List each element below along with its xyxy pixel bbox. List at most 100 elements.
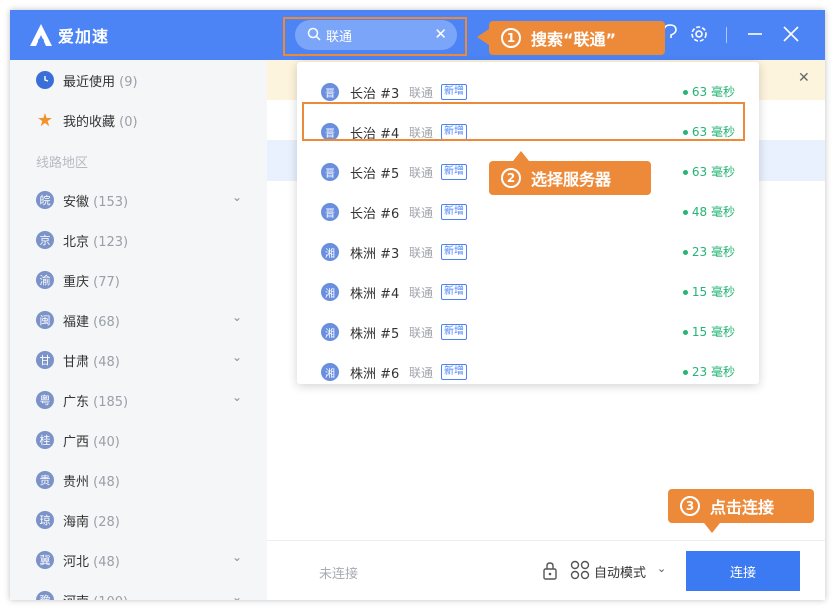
- sidebar-item-region[interactable]: 京北京 (123): [10, 220, 267, 260]
- server-row[interactable]: 湘株洲 #5 联通 新增 15 毫秒: [297, 312, 759, 352]
- server-row[interactable]: 晋长治 #6 联通 新增 48 毫秒: [297, 192, 759, 232]
- sidebar-item-region[interactable]: 桂广西 (40): [10, 420, 267, 460]
- chevron-down-icon[interactable]: ⌄: [232, 310, 242, 324]
- province-badge: 晋: [321, 163, 339, 181]
- server-latency: 23 毫秒: [682, 363, 735, 380]
- sidebar-item-region[interactable]: 冀河北 (48) ⌄: [10, 540, 267, 580]
- sidebar-item-label: 重庆 (77): [63, 275, 120, 290]
- new-tag: 新增: [441, 284, 467, 300]
- sidebar-item-favorites[interactable]: ★ 我的收藏 (0): [10, 100, 267, 140]
- province-badge: 湘: [321, 283, 339, 301]
- server-isp: 联通: [409, 286, 434, 300]
- region-badge: 冀: [36, 551, 54, 569]
- callout-step2: 2 选择服务器: [489, 161, 651, 195]
- status-dot: [682, 370, 688, 375]
- chevron-down-icon[interactable]: ⌄: [232, 390, 242, 404]
- title-divider: [726, 27, 727, 43]
- server-row[interactable]: 湘株洲 #3 联通 新增 23 毫秒: [297, 232, 759, 272]
- server-name: 株洲 #3: [350, 247, 400, 262]
- province-badge: 湘: [321, 323, 339, 341]
- minimize-icon[interactable]: [746, 22, 764, 46]
- server-name: 株洲 #5: [350, 327, 400, 342]
- gear-icon[interactable]: [688, 22, 710, 46]
- chevron-down-icon[interactable]: ⌄: [232, 550, 242, 564]
- region-badge: 贵: [36, 471, 54, 489]
- server-name: 长治 #6: [350, 207, 400, 222]
- server-isp: 联通: [409, 166, 434, 180]
- chevron-down-icon[interactable]: ⌄: [657, 562, 666, 575]
- status-dot: [682, 290, 688, 295]
- server-name: 长治 #3: [350, 87, 400, 102]
- search-highlight: [283, 17, 467, 56]
- sidebar-item-region[interactable]: 皖安徽 (153) ⌄: [10, 180, 267, 220]
- server-isp: 联通: [409, 246, 434, 260]
- new-tag: 新增: [441, 204, 467, 220]
- province-badge: 晋: [321, 83, 339, 101]
- region-badge: 京: [36, 231, 54, 249]
- sidebar-item-label: 我的收藏 (0): [63, 115, 138, 130]
- sidebar-item-region[interactable]: 渝重庆 (77): [10, 260, 267, 300]
- new-tag: 新增: [441, 364, 467, 380]
- status-dot: [682, 210, 688, 215]
- sidebar-item-label: 甘肃 (48): [63, 355, 120, 370]
- sidebar-item-region[interactable]: 豫河南 (100) ⌄: [10, 580, 267, 600]
- close-icon[interactable]: [782, 22, 800, 46]
- province-badge: 湘: [321, 363, 339, 381]
- sidebar-item-label: 安徽 (153): [63, 195, 129, 210]
- server-row[interactable]: 湘株洲 #6 联通 新增 23 毫秒: [297, 352, 759, 392]
- server-latency: 63 毫秒: [682, 163, 735, 180]
- star-icon: ★: [36, 109, 54, 131]
- app-name: 爱加速: [58, 27, 110, 46]
- server-name: 长治 #5: [350, 167, 400, 182]
- new-tag: 新增: [441, 324, 467, 340]
- server-highlight: [302, 102, 745, 141]
- new-tag: 新增: [441, 84, 467, 100]
- server-isp: 联通: [409, 366, 434, 380]
- sidebar-item-region[interactable]: 贵贵州 (48): [10, 460, 267, 500]
- server-isp: 联通: [409, 86, 434, 100]
- sidebar-item-region[interactable]: 粤广东 (185) ⌄: [10, 380, 267, 420]
- server-latency: 15 毫秒: [682, 323, 735, 340]
- app-window: 爱加速 联通 ✕ 最近使用 (9) ★ 我的收藏 (0) 线路地区 皖 安徽 (…: [10, 10, 825, 600]
- grid-icon[interactable]: [570, 560, 590, 580]
- sidebar-item-region[interactable]: 甘甘肃 (48) ⌄: [10, 340, 267, 380]
- connection-status: 未连接: [319, 567, 359, 582]
- region-badge: 闽: [36, 311, 54, 329]
- chevron-down-icon[interactable]: ⌄: [232, 350, 242, 364]
- region-badge: 皖: [36, 191, 54, 209]
- clock-icon: [36, 71, 54, 89]
- step-number: 3: [680, 496, 700, 516]
- sidebar-item-label: 福建 (68): [63, 315, 120, 330]
- sidebar-item-label: 海南 (28): [63, 515, 120, 530]
- new-tag: 新增: [441, 244, 467, 260]
- server-row[interactable]: 湘株洲 #4 联通 新增 15 毫秒: [297, 272, 759, 312]
- sidebar-item-label: 最近使用 (9): [63, 75, 138, 90]
- mode-select[interactable]: 自动模式: [594, 562, 646, 581]
- server-name: 株洲 #4: [350, 287, 400, 302]
- region-badge: 粤: [36, 391, 54, 409]
- sidebar-item-label: 广东 (185): [63, 395, 129, 410]
- callout-step3: 3 点击连接: [668, 489, 814, 523]
- sidebar-item-label: 北京 (123): [63, 235, 129, 250]
- sidebar-item-region[interactable]: 琼海南 (28): [10, 500, 267, 540]
- step-number: 1: [501, 28, 521, 48]
- app-logo-icon: [30, 24, 52, 46]
- server-name: 株洲 #6: [350, 367, 400, 382]
- server-latency: 63 毫秒: [682, 83, 735, 100]
- sidebar-item-label: 河南 (100): [63, 591, 128, 600]
- server-latency: 23 毫秒: [682, 243, 735, 260]
- region-badge: 豫: [36, 591, 54, 600]
- status-dot: [682, 250, 688, 255]
- chevron-down-icon[interactable]: ⌄: [232, 590, 242, 600]
- province-badge: 晋: [321, 203, 339, 221]
- close-icon[interactable]: ✕: [798, 70, 810, 86]
- lock-icon[interactable]: [541, 561, 559, 581]
- chevron-down-icon[interactable]: ⌄: [232, 190, 242, 204]
- sidebar-item-region[interactable]: 闽福建 (68) ⌄: [10, 300, 267, 340]
- callout-arrow: [513, 151, 529, 161]
- connect-button[interactable]: 连接: [686, 551, 800, 591]
- sidebar-item-recent[interactable]: 最近使用 (9): [10, 60, 267, 100]
- region-badge: 甘: [36, 351, 54, 369]
- callout-arrow: [704, 523, 720, 533]
- region-badge: 桂: [36, 431, 54, 449]
